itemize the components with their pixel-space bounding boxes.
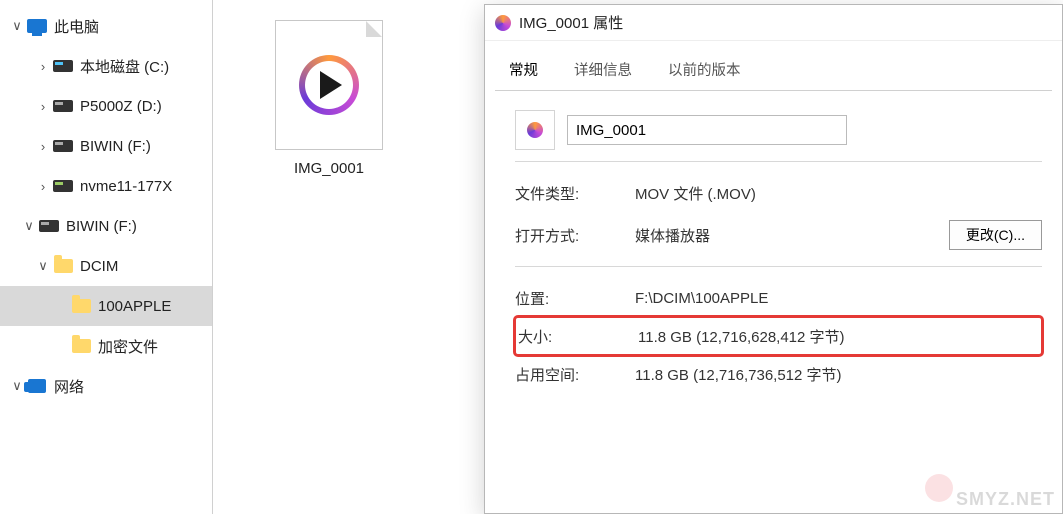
tree-label: BIWIN (F:) — [66, 218, 137, 235]
label-size-on-disk: 占用空间: — [515, 364, 635, 385]
folder-icon — [52, 255, 74, 277]
label-filetype: 文件类型: — [515, 183, 635, 204]
tab-details[interactable]: 详细信息 — [558, 49, 648, 90]
filename-input[interactable] — [567, 115, 847, 145]
row-size-on-disk: 占用空间: 11.8 GB (12,716,736,512 字节) — [515, 353, 1042, 395]
folder-icon — [70, 295, 92, 317]
label-location: 位置: — [515, 288, 635, 309]
chevron-right-icon: › — [34, 59, 52, 74]
change-button[interactable]: 更改(C)... — [949, 220, 1042, 250]
tree-label: nvme11-177X — [80, 178, 172, 195]
disk-icon — [52, 175, 74, 197]
tree-label: BIWIN (F:) — [80, 138, 151, 155]
chevron-down-icon: ∨ — [8, 18, 26, 34]
tree-drive-f[interactable]: › BIWIN (F:) — [0, 126, 212, 166]
disk-icon — [52, 95, 74, 117]
row-filetype: 文件类型: MOV 文件 (.MOV) — [515, 172, 1042, 214]
tree-label: 网络 — [54, 376, 84, 397]
dialog-title: IMG_0001 属性 — [519, 12, 623, 33]
disk-icon — [38, 215, 60, 237]
file-list[interactable]: IMG_0001 — [215, 0, 475, 514]
tree-network[interactable]: ∨ 网络 — [0, 366, 212, 406]
properties-sheet: 文件类型: MOV 文件 (.MOV) 打开方式: 媒体播放器 更改(C)...… — [485, 91, 1062, 395]
tree-dcim[interactable]: ∨ DCIM — [0, 246, 212, 286]
dialog-tabs: 常规 详细信息 以前的版本 — [485, 41, 1062, 90]
video-file-icon — [515, 110, 555, 150]
tree-label: P5000Z (D:) — [80, 98, 162, 115]
row-size: 大小: 11.8 GB (12,716,628,412 字节) — [513, 315, 1044, 357]
watermark-badge — [925, 474, 953, 502]
chevron-down-icon: ∨ — [20, 218, 38, 234]
tree-label: 本地磁盘 (C:) — [80, 56, 169, 77]
file-item[interactable]: IMG_0001 — [255, 20, 403, 177]
value-size: 11.8 GB (12,716,628,412 字节) — [638, 326, 1039, 347]
properties-dialog: IMG_0001 属性 常规 详细信息 以前的版本 文件类型: MOV 文件 (… — [484, 4, 1063, 514]
label-size: 大小: — [518, 326, 638, 347]
nav-tree: ∨ 此电脑 › 本地磁盘 (C:) › P5000Z (D:) › BIWIN … — [0, 0, 213, 514]
disk-icon — [52, 55, 74, 77]
tree-label: 加密文件 — [98, 336, 158, 357]
tree-this-pc[interactable]: ∨ 此电脑 — [0, 6, 212, 46]
value-openwith: 媒体播放器 — [635, 225, 949, 246]
tree-label: 此电脑 — [54, 16, 99, 37]
tab-previous-versions[interactable]: 以前的版本 — [652, 49, 757, 90]
dialog-titlebar[interactable]: IMG_0001 属性 — [485, 5, 1062, 41]
folder-icon — [70, 335, 92, 357]
tree-biwin[interactable]: ∨ BIWIN (F:) — [0, 206, 212, 246]
video-icon — [495, 15, 511, 31]
chevron-down-icon: ∨ — [34, 258, 52, 274]
label-openwith: 打开方式: — [515, 225, 635, 246]
network-icon — [26, 375, 48, 397]
tree-encrypted[interactable]: 加密文件 — [0, 326, 212, 366]
pc-icon — [26, 15, 48, 37]
chevron-right-icon: › — [34, 99, 52, 114]
value-filetype: MOV 文件 (.MOV) — [635, 183, 1042, 204]
divider — [515, 266, 1042, 267]
tree-drive-d[interactable]: › P5000Z (D:) — [0, 86, 212, 126]
disk-icon — [52, 135, 74, 157]
row-openwith: 打开方式: 媒体播放器 更改(C)... — [515, 214, 1042, 256]
value-location: F:\DCIM\100APPLE — [635, 290, 1042, 307]
tree-label: DCIM — [80, 258, 118, 275]
tree-drive-nvme[interactable]: › nvme11-177X — [0, 166, 212, 206]
chevron-right-icon: › — [34, 139, 52, 154]
video-file-icon — [275, 20, 383, 150]
row-location: 位置: F:\DCIM\100APPLE — [515, 277, 1042, 319]
tree-100apple[interactable]: 100APPLE — [0, 286, 212, 326]
value-size-on-disk: 11.8 GB (12,716,736,512 字节) — [635, 364, 1042, 385]
divider — [515, 161, 1042, 162]
tree-label: 100APPLE — [98, 298, 171, 315]
tab-general[interactable]: 常规 — [493, 49, 554, 90]
file-name-label: IMG_0001 — [294, 160, 364, 177]
chevron-right-icon: › — [34, 179, 52, 194]
watermark-text: SMYZ.NET — [956, 489, 1055, 510]
tree-drive-c[interactable]: › 本地磁盘 (C:) — [0, 46, 212, 86]
filename-row — [515, 109, 1042, 151]
